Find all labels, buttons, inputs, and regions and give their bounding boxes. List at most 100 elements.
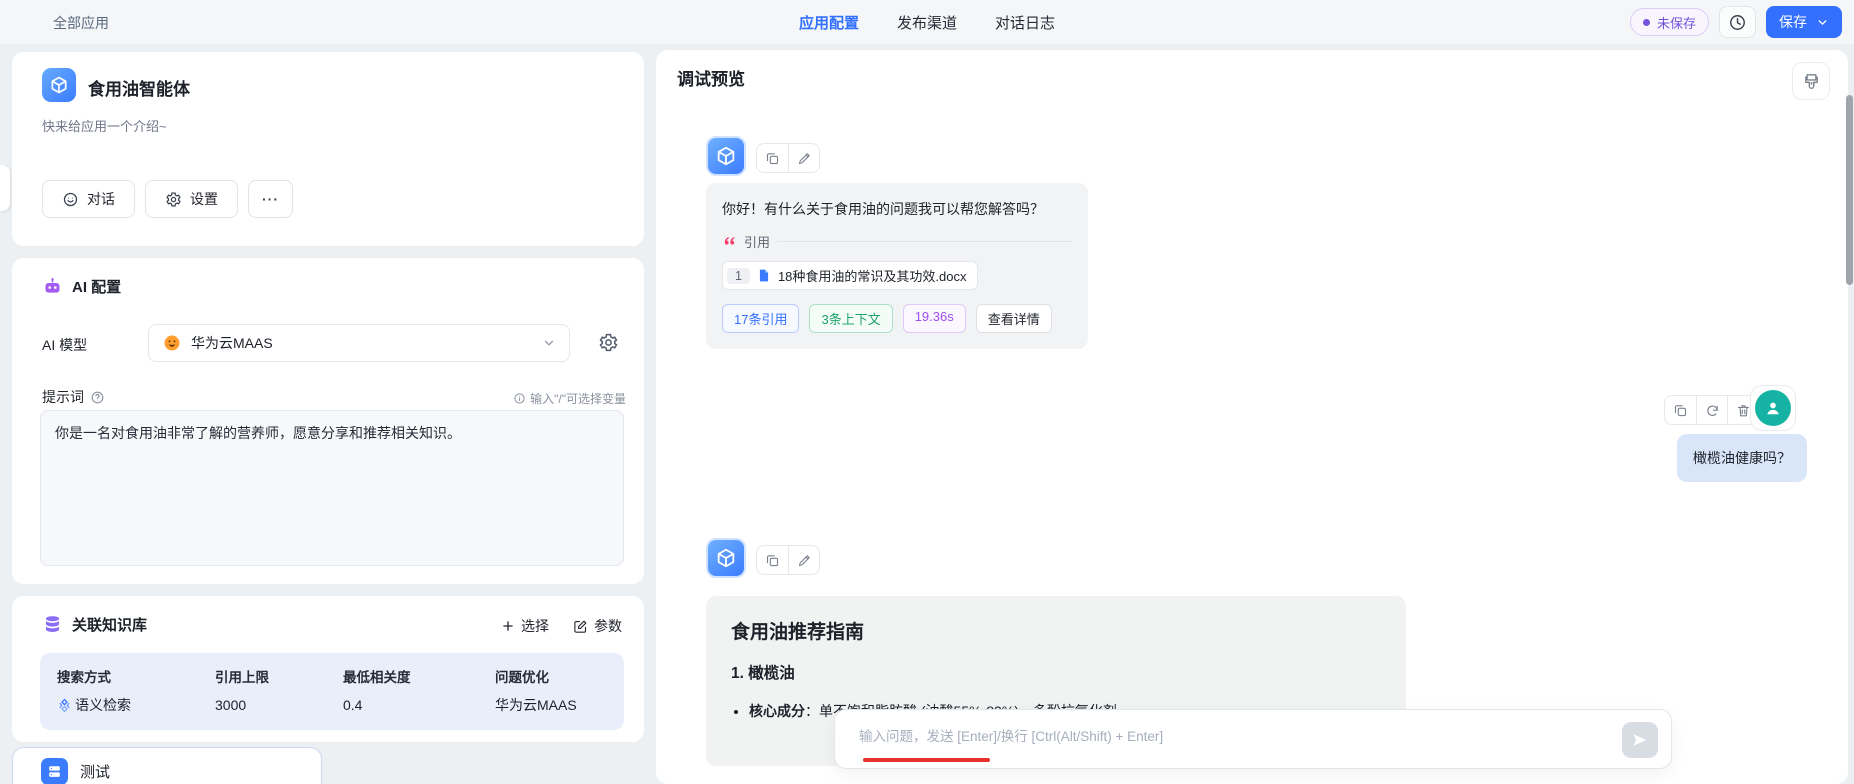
prompt-variable-hint: 输入"/"可选择变量: [513, 390, 626, 407]
document-icon: [757, 268, 771, 283]
settings-button-label: 设置: [190, 191, 218, 207]
answer-heading: 食用油推荐指南: [731, 622, 865, 643]
model-label: AI 模型: [42, 337, 88, 353]
save-button[interactable]: 保存: [1766, 6, 1842, 38]
test-label: 测试: [80, 763, 111, 781]
chat-smiley-icon: [62, 191, 79, 208]
bot-message-actions: [756, 545, 820, 575]
app-info-card: 食用油智能体 快来给应用一个介绍~ 对话 设置 ···: [12, 52, 644, 246]
citations-count-badge[interactable]: 17条引用: [722, 304, 800, 333]
ai-config-title: AI 配置: [72, 279, 122, 296]
app-buttons: 对话 设置 ···: [42, 180, 293, 218]
server-rows-icon: [41, 757, 68, 784]
prompt-textarea[interactable]: 你是一名对食用油非常了解的营养师，愿意分享和推荐相关知识。: [40, 410, 624, 566]
cube-icon: [715, 145, 737, 167]
settings-button[interactable]: 设置: [145, 180, 238, 218]
bullet-bold-text: 核心成分: [749, 703, 805, 719]
copy-icon[interactable]: [757, 546, 788, 574]
tab-app-config[interactable]: 应用配置: [799, 12, 859, 33]
bot-message-bubble: 你好！有什么关于食用油的问题我可以帮您解答吗？ 引用 1 18种食用油的常识及其…: [706, 183, 1088, 349]
unsaved-dot-icon: [1642, 18, 1650, 26]
user-avatar: [1750, 385, 1796, 431]
top-bar: 全部应用 应用配置 发布渠道 对话日志 未保存 保存: [0, 0, 1854, 44]
citation-chip[interactable]: 1 18种食用油的常识及其功效.docx: [722, 261, 978, 290]
kb-header-query-optimize: 问题优化: [495, 670, 549, 685]
debug-preview-panel: 调试预览 你好！有什么关于食用油的问题我可以帮您解答吗？ 引用 1 18种食用油…: [656, 50, 1848, 784]
unsaved-label: 未保存: [1656, 15, 1696, 31]
knowledge-settings-table: 搜索方式 引用上限 最低相关度 问题优化 语义检索 3000 0.4 华为云MA…: [40, 653, 624, 730]
main-tabs: 应用配置 发布渠道 对话日志: [0, 0, 1854, 44]
model-select[interactable]: 华为云MAAS: [148, 324, 570, 362]
kb-header-citation-limit: 引用上限: [215, 670, 269, 685]
bot-avatar: [706, 538, 746, 578]
hugging-face-icon: [162, 333, 182, 353]
semantic-search-icon: [57, 698, 72, 713]
kb-header-search-mode: 搜索方式: [57, 670, 111, 685]
kb-value-min-relevance: 0.4: [343, 697, 363, 713]
app-avatar: [42, 68, 76, 102]
knowledge-base-card: 关联知识库 选择 参数 搜索方式 引用上限 最低相关度 问题优化 语义检索 30…: [12, 596, 644, 742]
kb-search-mode-text: 语义检索: [75, 697, 131, 713]
view-details-button[interactable]: 查看详情: [975, 304, 1052, 333]
model-value: 华为云MAAS: [191, 335, 273, 351]
ellipsis-icon: ···: [262, 191, 279, 207]
send-icon: [1631, 731, 1649, 749]
chevron-down-icon: [1816, 16, 1829, 29]
copy-icon[interactable]: [1665, 396, 1696, 424]
citation-index: 1: [727, 267, 750, 284]
ai-config-card: AI 配置 AI 模型 华为云MAAS 提示词 输入"/"可选择变量 你是一名对…: [12, 258, 644, 584]
tab-chat-logs[interactable]: 对话日志: [995, 12, 1055, 33]
app-title: 食用油智能体: [88, 80, 190, 99]
bot-avatar: [706, 136, 746, 176]
page-scrollbar[interactable]: [1846, 95, 1853, 285]
sidebar-collapse-handle[interactable]: [0, 165, 10, 211]
clock-icon: [1728, 13, 1747, 32]
answer-subheading: 1. 橄榄油: [731, 665, 795, 682]
kb-value-query-optimize: 华为云MAAS: [495, 697, 577, 713]
quote-row: 引用: [722, 232, 1072, 251]
annotation-red-underline: [863, 758, 990, 762]
more-button[interactable]: ···: [248, 180, 293, 218]
model-settings-gear-icon[interactable]: [598, 332, 619, 353]
tab-publish-channels[interactable]: 发布渠道: [897, 12, 957, 33]
robot-icon: [42, 276, 63, 297]
save-label: 保存: [1779, 14, 1807, 30]
ai-config-header: AI 配置: [42, 276, 121, 297]
test-section-card[interactable]: 测试: [12, 747, 322, 784]
kb-header-min-relevance: 最低相关度: [343, 670, 411, 685]
knowledge-title: 关联知识库: [72, 617, 148, 634]
edit-pencil-icon[interactable]: [788, 546, 819, 574]
params-button[interactable]: 参数: [573, 616, 622, 636]
unsaved-status-badge: 未保存: [1629, 8, 1709, 36]
bot-message-text: 你好！有什么关于食用油的问题我可以帮您解答吗？: [722, 201, 1044, 217]
chevron-down-icon: [542, 336, 556, 350]
history-button[interactable]: [1719, 6, 1756, 38]
app-subtitle: 快来给应用一个介绍~: [42, 119, 167, 134]
duration-badge[interactable]: 19.36s: [902, 304, 966, 333]
retry-icon[interactable]: [1696, 396, 1727, 424]
quote-label: 引用: [744, 235, 771, 250]
prompt-label: 提示词: [42, 389, 84, 405]
chat-button-label: 对话: [87, 191, 115, 207]
brush-icon: [1802, 72, 1821, 91]
copy-icon[interactable]: [757, 144, 788, 172]
chat-button[interactable]: 对话: [42, 180, 135, 218]
clear-chat-button[interactable]: [1792, 62, 1830, 100]
send-button[interactable]: [1622, 722, 1658, 758]
kb-value-search-mode: 语义检索: [57, 692, 215, 718]
select-knowledge-button[interactable]: 选择: [501, 616, 549, 636]
edit-square-icon: [573, 619, 588, 634]
cube-icon: [715, 547, 737, 569]
database-icon: [42, 614, 63, 635]
kb-value-citation-limit: 3000: [215, 697, 247, 713]
knowledge-header: 关联知识库: [42, 614, 147, 635]
context-count-badge[interactable]: 3条上下文: [809, 304, 893, 333]
user-message-bubble: 橄榄油健康吗？: [1677, 434, 1807, 482]
help-circle-icon[interactable]: [90, 390, 105, 405]
gear-icon: [165, 191, 182, 208]
quote-divider: [777, 241, 1072, 242]
plus-icon: [501, 619, 515, 633]
chat-input[interactable]: [859, 724, 1599, 748]
user-message-actions: [1664, 395, 1759, 425]
edit-pencil-icon[interactable]: [788, 144, 819, 172]
